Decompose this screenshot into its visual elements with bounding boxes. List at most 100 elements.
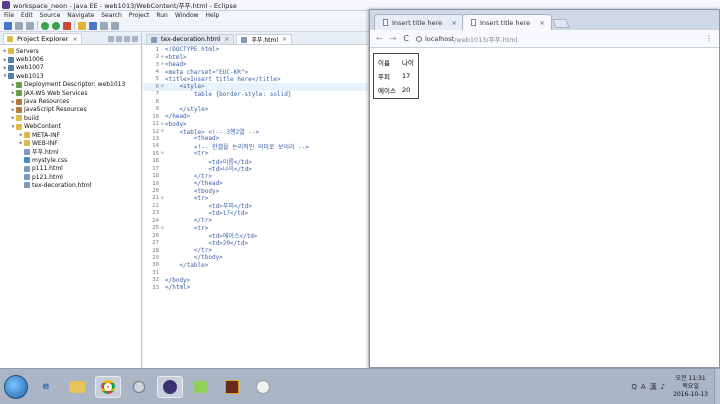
- close-icon[interactable]: ×: [224, 36, 229, 43]
- table-row: 푸피 17: [376, 70, 416, 82]
- close-icon[interactable]: ×: [282, 36, 287, 43]
- game-app-icon[interactable]: [219, 376, 245, 398]
- tree-item[interactable]: p111.html: [0, 164, 141, 172]
- menu-item-edit[interactable]: Edit: [21, 12, 33, 19]
- browser-toolbar: ← → C localhost /web1013/푸푸.html ⋮: [370, 30, 719, 48]
- tree-item[interactable]: p121.html: [0, 173, 141, 181]
- search-icon[interactable]: [89, 21, 97, 30]
- url-path: /web1013/푸푸.html: [454, 35, 518, 44]
- tree-item[interactable]: ▾ web1013: [0, 72, 141, 80]
- save-icon[interactable]: [15, 21, 23, 30]
- tree-item[interactable]: ▸ web1006: [0, 55, 141, 63]
- browser-menu-icon[interactable]: ⋮: [705, 34, 713, 43]
- line-number: 8: [155, 98, 159, 105]
- menu-item-navigate[interactable]: Navigate: [67, 12, 94, 19]
- table-cell: 이름: [378, 59, 390, 67]
- line-number: 32: [152, 277, 159, 284]
- code-text: table {border-style: solid}: [165, 90, 292, 98]
- forward-nav-icon[interactable]: [111, 21, 119, 30]
- close-icon[interactable]: ×: [452, 19, 457, 27]
- open-type-icon[interactable]: [78, 21, 86, 30]
- tree-item[interactable]: ▾ WebContent: [0, 123, 141, 131]
- new-tab-button[interactable]: [552, 19, 570, 28]
- code-line: 14 <!-- 한셀을 논리적인 의미로 보이라 -->: [143, 143, 368, 151]
- view-menu-icon[interactable]: [124, 35, 130, 42]
- forward-arrow-icon[interactable]: →: [390, 34, 397, 43]
- menu-item-run[interactable]: Run: [156, 12, 168, 19]
- line-number: 6: [155, 83, 159, 90]
- collapse-all-icon[interactable]: [108, 35, 114, 42]
- tree-item[interactable]: mystyle.css: [0, 156, 141, 164]
- back-arrow-icon[interactable]: ←: [376, 34, 383, 43]
- browser-tab-active[interactable]: Insert title here ×: [462, 14, 552, 30]
- page-info-icon[interactable]: [416, 35, 422, 42]
- code-line: 7 table {border-style: solid}: [143, 91, 368, 98]
- clock[interactable]: 오전 11:31 목요일 2016-10-13: [673, 375, 708, 399]
- tree-item[interactable]: tex-decoration.html: [0, 181, 141, 189]
- html-file-icon: [151, 36, 157, 43]
- tray-search-icon[interactable]: Q: [631, 383, 637, 391]
- external-tools-icon[interactable]: [63, 21, 71, 30]
- internet-explorer-icon[interactable]: e: [33, 376, 59, 398]
- eclipse-window-title: workspace_neon - Java EE - web1013/WebCo…: [13, 2, 237, 10]
- tree-item-label: Deployment Descriptor: web1013: [24, 81, 126, 89]
- sticky-notes-icon[interactable]: [188, 376, 214, 398]
- code-text: <tbody>: [165, 187, 220, 195]
- tree-item[interactable]: ▸ build: [0, 114, 141, 122]
- explorer-tabbar: Project Explorer ×: [0, 33, 141, 45]
- debug-icon[interactable]: [52, 21, 60, 30]
- file-explorer-icon[interactable]: [64, 376, 90, 398]
- tree-item[interactable]: ▸ JAX-WS Web Services: [0, 89, 141, 97]
- volume-icon[interactable]: ♪: [661, 383, 665, 391]
- menu-item-window[interactable]: Window: [175, 12, 199, 19]
- line-number: 3: [155, 61, 159, 68]
- tree-item[interactable]: ▸ META-INF: [0, 131, 141, 139]
- run-icon[interactable]: [41, 21, 49, 30]
- code-text: </table>: [165, 261, 209, 269]
- show-desktop-button[interactable]: [714, 368, 720, 404]
- eclipse-taskbar-icon[interactable]: [157, 375, 183, 398]
- code-line: 10 </head>: [143, 113, 368, 120]
- hanja-icon[interactable]: 漢: [650, 382, 657, 392]
- tree-item[interactable]: 푸푸.html: [0, 148, 141, 156]
- line-number: 16: [152, 158, 159, 165]
- paint-icon[interactable]: [250, 376, 276, 398]
- code-area[interactable]: 1 <!DOCTYPE html> 2 ⊖ <html> 3 ⊖ <head> 4 <meta c…: [143, 46, 368, 291]
- print-icon[interactable]: [26, 21, 34, 30]
- browser-tab[interactable]: Insert title here ×: [374, 14, 464, 30]
- media-player-icon[interactable]: [126, 376, 152, 398]
- close-icon[interactable]: ×: [540, 19, 545, 27]
- start-button[interactable]: [4, 374, 28, 399]
- tree-item[interactable]: ▸ JavaScript Resources: [0, 106, 141, 114]
- project-explorer-tab[interactable]: Project Explorer ×: [3, 33, 82, 44]
- new-icon[interactable]: [4, 21, 12, 30]
- menu-item-search[interactable]: Search: [101, 12, 122, 19]
- line-number: 4: [155, 69, 159, 76]
- ime-mode-icon[interactable]: A: [641, 383, 646, 391]
- menu-item-project[interactable]: Project: [129, 12, 150, 19]
- editor-tab[interactable]: 푸푸.html ×: [236, 34, 293, 44]
- reload-icon[interactable]: C: [403, 34, 409, 43]
- chrome-taskbar-icon[interactable]: [95, 375, 121, 398]
- menu-item-help[interactable]: Help: [206, 12, 220, 19]
- tree-item[interactable]: ▸ Servers: [0, 47, 141, 55]
- tree-item[interactable]: ▸ Deployment Descriptor: web1013: [0, 81, 141, 89]
- line-number: 9: [155, 106, 159, 113]
- editor-tab[interactable]: tex-decoration.html ×: [146, 34, 235, 44]
- menu-item-file[interactable]: File: [4, 12, 14, 19]
- tree-item[interactable]: ▸ web1007: [0, 64, 141, 72]
- tree-item[interactable]: ▸ Java Resources: [0, 97, 141, 105]
- tree-item-label: p121.html: [32, 173, 63, 181]
- link-editor-icon[interactable]: [116, 35, 122, 42]
- tree-item[interactable]: ▸ WEB-INF: [0, 139, 141, 147]
- tree-item-label: Servers: [16, 47, 39, 55]
- code-line: 5 <title>Insert title here</title>: [143, 76, 368, 83]
- close-icon[interactable]: ×: [72, 35, 77, 43]
- project-icon: [8, 73, 14, 80]
- address-bar[interactable]: localhost /web1013/푸푸.html: [416, 32, 698, 45]
- toolbar-separator: [37, 21, 38, 30]
- minimize-icon[interactable]: [132, 35, 138, 42]
- menu-item-source[interactable]: Source: [40, 12, 61, 19]
- code-text: </tr>: [165, 172, 212, 180]
- back-nav-icon[interactable]: [100, 21, 108, 30]
